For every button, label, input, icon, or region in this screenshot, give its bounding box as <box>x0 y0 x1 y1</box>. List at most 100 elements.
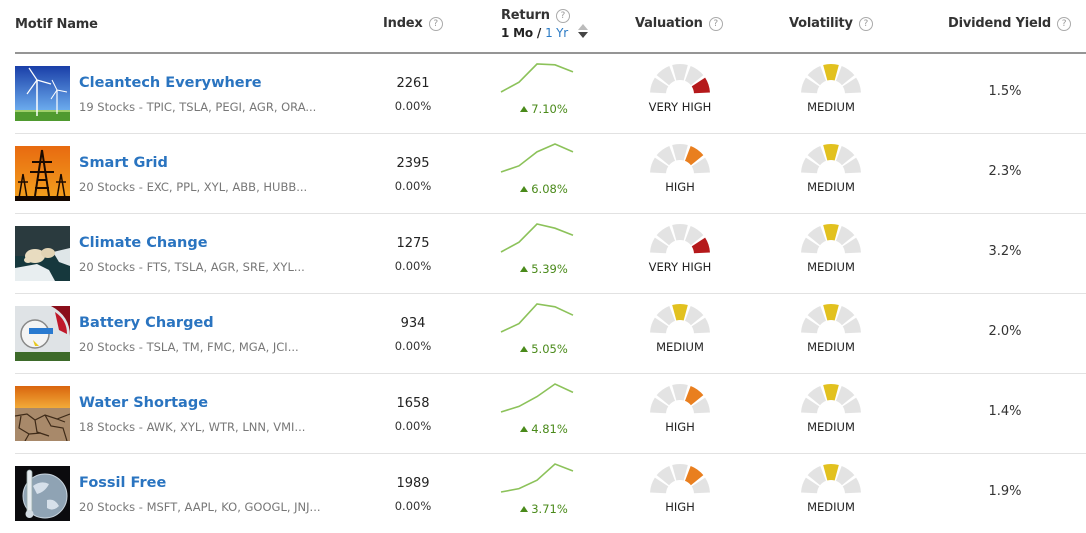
volatility-label: MEDIUM <box>807 420 855 434</box>
index-value: 1658 <box>396 396 430 411</box>
help-icon[interactable]: ? <box>1057 17 1072 31</box>
valuation-gauge <box>650 144 710 174</box>
motif-thumbnail-polar-bears[interactable] <box>15 226 70 281</box>
volatility-label: Volatility <box>789 16 853 31</box>
column-header-index[interactable]: Index? <box>383 16 443 31</box>
column-header-motif-name[interactable]: Motif Name <box>15 17 98 32</box>
volatility-label: MEDIUM <box>807 100 855 114</box>
gauge-segment <box>672 464 688 481</box>
return-sparkline <box>500 223 574 253</box>
dividend-yield-label: Dividend Yield <box>948 16 1052 31</box>
motif-thumbnail-globe-thermometer[interactable] <box>15 466 70 521</box>
gauge-segment <box>672 224 688 241</box>
motif-stocks: 20 Stocks - EXC, PPL, XYL, ABB, HUBB... <box>79 180 308 194</box>
dividend-yield-value: 3.2% <box>988 244 1022 259</box>
return-label: Return <box>501 8 550 23</box>
return-percent: 5.39% <box>531 262 568 276</box>
index-change: 0.00% <box>394 259 432 273</box>
return-value: 5.39% <box>499 262 589 276</box>
gauge-segment-active <box>823 224 839 241</box>
motif-thumbnail-power-towers[interactable] <box>15 146 70 201</box>
index-value: 1989 <box>396 476 430 491</box>
gauge-segment <box>672 64 688 81</box>
return-percent: 4.81% <box>531 422 568 436</box>
table-row[interactable]: Battery Charged 20 Stocks - TSLA, TM, FM… <box>15 294 1086 374</box>
table-header: Motif Name Index? Return? 1 Mo / 1 Yr Va… <box>15 0 1086 54</box>
column-header-return[interactable]: Return? 1 Mo / 1 Yr <box>501 8 588 40</box>
gauge-segment-active <box>823 464 839 481</box>
valuation-gauge <box>650 384 710 414</box>
return-percent: 7.10% <box>531 102 568 116</box>
valuation-label: HIGH <box>665 500 695 514</box>
up-arrow-icon <box>520 266 529 272</box>
valuation-gauge <box>650 464 710 494</box>
help-icon[interactable]: ? <box>428 17 443 31</box>
volatility-gauge <box>801 144 861 174</box>
valuation-label: MEDIUM <box>656 340 704 354</box>
column-header-valuation[interactable]: Valuation? <box>635 16 723 31</box>
return-percent: 3.71% <box>531 502 568 516</box>
motif-name-link[interactable]: Cleantech Everywhere <box>79 75 262 91</box>
volatility-gauge <box>801 304 861 334</box>
gauge-segment-active <box>823 144 839 161</box>
gauge-segment <box>672 384 688 401</box>
motif-name-link[interactable]: Fossil Free <box>79 475 166 491</box>
index-change: 0.00% <box>394 499 432 513</box>
dividend-yield-value: 1.9% <box>988 484 1022 499</box>
index-change: 0.00% <box>394 339 432 353</box>
gauge-segment-active <box>672 304 688 321</box>
motif-stocks: 20 Stocks - TSLA, TM, FMC, MGA, JCI... <box>79 340 299 354</box>
up-arrow-icon <box>520 506 529 512</box>
sparkline-line <box>500 63 574 93</box>
motif-name-link[interactable]: Water Shortage <box>79 395 208 411</box>
index-change: 0.00% <box>394 419 432 433</box>
gauge-segment-active <box>823 384 839 401</box>
column-header-volatility[interactable]: Volatility? <box>789 16 873 31</box>
motif-thumbnail-wind-turbines[interactable] <box>15 66 70 121</box>
return-sparkline <box>500 63 574 93</box>
sparkline-line <box>500 463 574 493</box>
return-value: 7.10% <box>499 102 589 116</box>
gauge-segment-active <box>823 64 839 81</box>
table-row[interactable]: Water Shortage 18 Stocks - AWK, XYL, WTR… <box>15 374 1086 454</box>
volatility-gauge <box>801 64 861 94</box>
motif-stocks: 19 Stocks - TPIC, TSLA, PEGI, AGR, ORA..… <box>79 100 317 114</box>
valuation-gauge <box>650 304 710 334</box>
column-header-dividend-yield[interactable]: Dividend Yield? <box>948 16 1072 31</box>
valuation-gauge <box>650 224 710 254</box>
table-row[interactable]: Cleantech Everywhere 19 Stocks - TPIC, T… <box>15 54 1086 134</box>
up-arrow-icon <box>520 186 529 192</box>
motif-thumbnail-ev-charger[interactable] <box>15 306 70 361</box>
period-1mo-option[interactable]: 1 Mo <box>501 26 533 40</box>
volatility-gauge <box>801 384 861 414</box>
volatility-label: MEDIUM <box>807 180 855 194</box>
help-icon[interactable]: ? <box>858 17 873 31</box>
volatility-label: MEDIUM <box>807 500 855 514</box>
return-sparkline <box>500 143 574 173</box>
motif-stocks: 18 Stocks - AWK, XYL, WTR, LNN, VMI... <box>79 420 306 434</box>
help-icon[interactable]: ? <box>708 17 723 31</box>
sort-ascending-icon <box>578 24 588 30</box>
table-row[interactable]: Climate Change 20 Stocks - FTS, TSLA, AG… <box>15 214 1086 294</box>
volatility-gauge <box>801 464 861 494</box>
motif-thumbnail-cracked-earth[interactable] <box>15 386 70 441</box>
period-1yr-option[interactable]: 1 Yr <box>545 26 568 40</box>
sparkline-line <box>500 383 574 413</box>
return-value: 4.81% <box>499 422 589 436</box>
sort-toggle[interactable] <box>578 24 588 42</box>
return-sparkline <box>500 303 574 333</box>
valuation-label: VERY HIGH <box>648 260 712 274</box>
motif-name-link[interactable]: Climate Change <box>79 235 208 251</box>
motif-table: Motif Name Index? Return? 1 Mo / 1 Yr Va… <box>15 0 1086 533</box>
motif-name-link[interactable]: Smart Grid <box>79 155 168 171</box>
sparkline-line <box>500 223 574 253</box>
volatility-gauge <box>801 224 861 254</box>
table-row[interactable]: Fossil Free 20 Stocks - MSFT, AAPL, KO, … <box>15 454 1086 533</box>
index-value: 934 <box>400 316 426 331</box>
table-row[interactable]: Smart Grid 20 Stocks - EXC, PPL, XYL, AB… <box>15 134 1086 214</box>
return-percent: 6.08% <box>531 182 568 196</box>
dividend-yield-value: 2.3% <box>988 164 1022 179</box>
help-icon[interactable]: ? <box>555 9 570 23</box>
index-value: 1275 <box>396 236 430 251</box>
motif-name-link[interactable]: Battery Charged <box>79 315 214 331</box>
